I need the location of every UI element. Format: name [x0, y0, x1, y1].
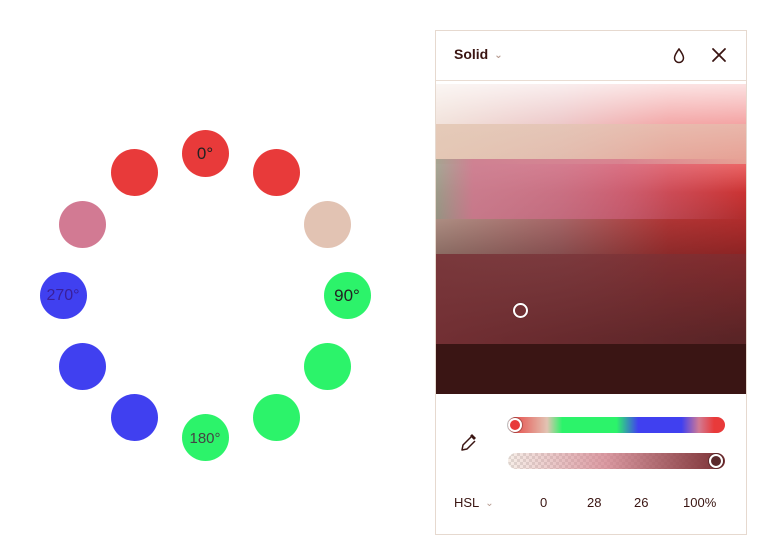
hue-swatch-180: 180°	[181, 413, 229, 461]
hue-swatch-300	[58, 200, 106, 248]
hue-swatch-label: 270°	[46, 287, 80, 304]
color-mode-label: HSL	[454, 495, 480, 510]
hue-swatch-270: 270°	[39, 271, 87, 319]
alpha-value[interactable]: 100%	[683, 495, 716, 510]
color-mode-dropdown[interactable]: HSL ⌄	[454, 495, 494, 510]
hue-wheel: 0° 90° 180° 270°	[0, 0, 420, 556]
alpha-slider[interactable]	[508, 453, 725, 469]
color-picker-handle[interactable]	[513, 303, 528, 318]
fill-type-label: Solid	[454, 46, 489, 62]
hue-swatch-90: 90°	[323, 271, 371, 319]
color-picker-panel: Solid ⌄ HSL ⌄ 0 28 26 100%	[435, 30, 747, 535]
chevron-down-icon: ⌄	[485, 498, 494, 509]
hue-swatch-240	[58, 342, 106, 390]
hue-swatch-label: 0°	[196, 144, 214, 163]
saturation-value[interactable]: 28	[587, 495, 601, 510]
hue-swatch-30	[252, 148, 300, 196]
panel-header: Solid ⌄	[436, 31, 746, 81]
hue-swatch-210	[110, 394, 158, 442]
hue-slider-handle[interactable]	[508, 418, 522, 432]
lightness-value[interactable]: 26	[634, 495, 648, 510]
hue-swatch-330	[110, 148, 158, 196]
hue-swatch-120	[304, 342, 352, 390]
close-icon[interactable]	[711, 47, 727, 63]
saturation-lightness-area[interactable]	[436, 84, 746, 394]
droplet-icon[interactable]	[672, 48, 686, 64]
hue-swatch-60	[304, 200, 352, 248]
hue-swatch-label: 90°	[334, 286, 360, 305]
fill-type-dropdown[interactable]: Solid ⌄	[454, 46, 503, 62]
hue-swatch-label: 180°	[189, 429, 221, 447]
hue-slider[interactable]	[508, 417, 725, 433]
hue-swatch-0: 0°	[181, 129, 229, 177]
alpha-slider-handle[interactable]	[709, 454, 723, 468]
hue-value[interactable]: 0	[540, 495, 547, 510]
chevron-down-icon: ⌄	[494, 49, 503, 61]
hue-swatch-150	[252, 394, 300, 442]
eyedropper-icon[interactable]	[459, 431, 479, 453]
